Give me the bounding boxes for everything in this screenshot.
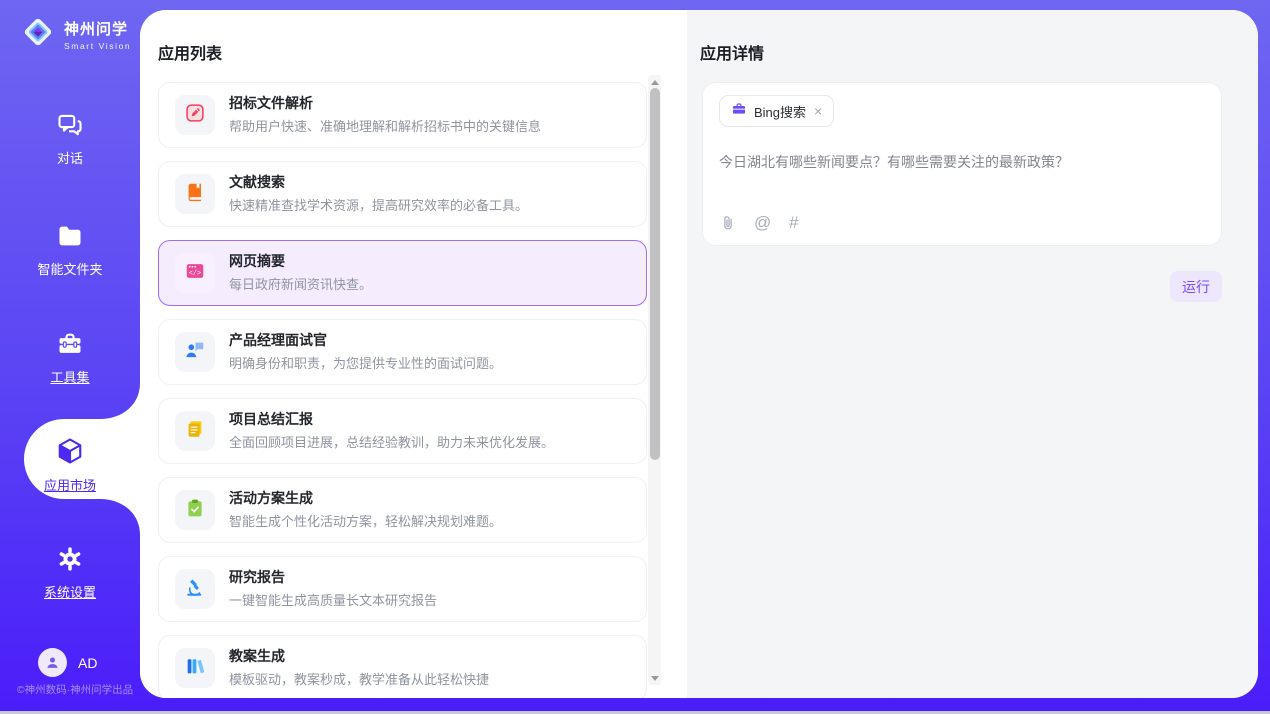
app-item-desc: 一键智能生成高质量长文本研究报告 (229, 590, 437, 609)
sidebar: 神州问学 Smart Vision 对话 智能文件夹 工具集 应用市场 系统设置… (0, 0, 140, 714)
app-item-literature-search[interactable]: 文献搜索 快速精准查找学术资源，提高研究效率的必备工具。 (158, 161, 647, 227)
webpage-code-icon: </> (184, 260, 206, 287)
brand-tagline: Smart Vision (64, 41, 131, 51)
brand-name: 神州问学 (64, 21, 128, 38)
app-list-panel: 应用列表 招标文件解析 帮助用户快速、准确地理解和解析招标书中的关键信息 文献搜… (140, 10, 687, 698)
app-item-desc: 模板驱动，教案秒成，教学准备从此轻松快捷 (229, 669, 489, 688)
app-icon-chip: </> (175, 253, 215, 293)
prompt-card: Bing搜索 × 今日湖北有哪些新闻要点？有哪些需要关注的最新政策？ @# (702, 82, 1222, 246)
clipboard-check-icon (184, 497, 206, 524)
app-icon-chip (175, 174, 215, 214)
app-list: 招标文件解析 帮助用户快速、准确地理解和解析招标书中的关键信息 文献搜索 快速精… (158, 82, 647, 698)
app-icon-chip (175, 648, 215, 688)
documents-icon (184, 418, 206, 445)
app-list-title: 应用列表 (158, 40, 222, 64)
brand-text: 神州问学 Smart Vision (64, 18, 131, 51)
user-name: AD (78, 655, 97, 671)
sidebar-item-chat[interactable]: 对话 (0, 110, 140, 167)
run-button[interactable]: 运行 (1170, 271, 1222, 302)
microscope-icon (184, 576, 206, 603)
gear-icon (55, 544, 85, 574)
user-account[interactable]: AD (38, 648, 97, 677)
folder-icon (55, 221, 85, 251)
app-item-desc: 帮助用户快速、准确地理解和解析招标书中的关键信息 (229, 116, 541, 135)
paperclip-icon[interactable] (719, 214, 737, 232)
app-item-name: 教案生成 (229, 648, 489, 665)
sidebar-item-folders[interactable]: 智能文件夹 (0, 221, 140, 278)
sidebar-item-settings[interactable]: 系统设置 (0, 544, 140, 601)
app-item-name: 文献搜索 (229, 174, 528, 191)
app-item-web-summary[interactable]: </> 网页摘要 每日政府新闻资讯快查。 (158, 240, 647, 306)
main-content: 应用列表 招标文件解析 帮助用户快速、准确地理解和解析招标书中的关键信息 文献搜… (140, 10, 1258, 698)
books-icon (184, 655, 206, 682)
app-detail-title: 应用详情 (700, 40, 764, 64)
edit-document-icon (184, 102, 206, 129)
app-item-event-plan[interactable]: 活动方案生成 智能生成个性化活动方案，轻松解决规划难题。 (158, 477, 647, 543)
app-item-research-report[interactable]: 研究报告 一键智能生成高质量长文本研究报告 (158, 556, 647, 622)
user-icon (38, 648, 67, 677)
cube-icon (55, 436, 85, 466)
app-item-desc: 智能生成个性化活动方案，轻松解决规划难题。 (229, 511, 502, 530)
app-item-name: 招标文件解析 (229, 95, 541, 112)
composer-toolbar: @# (719, 214, 807, 232)
app-item-desc: 每日政府新闻资讯快查。 (229, 274, 372, 293)
tool-tag-bing-search[interactable]: Bing搜索 × (719, 95, 834, 127)
app-item-name: 研究报告 (229, 569, 437, 586)
chat-icon (55, 110, 85, 140)
app-item-name: 项目总结汇报 (229, 411, 554, 428)
presenter-icon (184, 339, 206, 366)
app-item-name: 网页摘要 (229, 253, 372, 270)
gem-logo-icon (20, 14, 56, 55)
app-icon-chip (175, 569, 215, 609)
app-icon-chip (175, 490, 215, 530)
hash-icon[interactable]: # (789, 214, 807, 232)
close-icon[interactable]: × (814, 103, 822, 119)
app-item-lesson-plan[interactable]: 教案生成 模板驱动，教案秒成，教学准备从此轻松快捷 (158, 635, 647, 698)
briefcase-icon (731, 101, 747, 122)
app-item-bid-document-analysis[interactable]: 招标文件解析 帮助用户快速、准确地理解和解析招标书中的关键信息 (158, 82, 647, 148)
app-item-project-summary[interactable]: 项目总结汇报 全面回顾项目进展，总结经验教训，助力未来优化发展。 (158, 398, 647, 464)
scrollbar[interactable] (648, 75, 661, 685)
app-icon-chip (175, 95, 215, 135)
at-icon[interactable]: @ (754, 214, 772, 232)
app-icon-chip (175, 332, 215, 372)
app-window: 神州问学 Smart Vision 对话 智能文件夹 工具集 应用市场 系统设置… (0, 0, 1270, 714)
tool-tag-label: Bing搜索 (754, 102, 806, 121)
app-item-name: 活动方案生成 (229, 490, 502, 507)
scroll-up-arrow[interactable] (648, 75, 661, 89)
app-detail-panel: 应用详情 Bing搜索 × 今日湖北有哪些新闻要点？有哪些需要关注的最新政策？ … (687, 10, 1258, 698)
app-item-pm-interviewer[interactable]: 产品经理面试官 明确身份和职责，为您提供专业性的面试问题。 (158, 319, 647, 385)
sidebar-item-app-market[interactable]: 应用市场 (0, 436, 140, 494)
svg-text:</>: </> (189, 270, 201, 278)
app-item-desc: 明确身份和职责，为您提供专业性的面试问题。 (229, 353, 502, 372)
app-icon-chip (175, 411, 215, 451)
book-icon (184, 181, 206, 208)
scroll-down-arrow[interactable] (648, 671, 661, 685)
brand-logo: 神州问学 Smart Vision (20, 14, 131, 55)
scrollbar-thumb[interactable] (650, 88, 660, 460)
app-item-desc: 全面回顾项目进展，总结经验教训，助力未来优化发展。 (229, 432, 554, 451)
sidebar-item-toolkit[interactable]: 工具集 (0, 329, 140, 386)
app-item-desc: 快速精准查找学术资源，提高研究效率的必备工具。 (229, 195, 528, 214)
copyright-text: ©神州数码·神州问学出品 (0, 682, 150, 697)
query-input[interactable]: 今日湖北有哪些新闻要点？有哪些需要关注的最新政策？ (719, 153, 1205, 173)
toolbox-icon (55, 329, 85, 359)
app-item-name: 产品经理面试官 (229, 332, 502, 349)
